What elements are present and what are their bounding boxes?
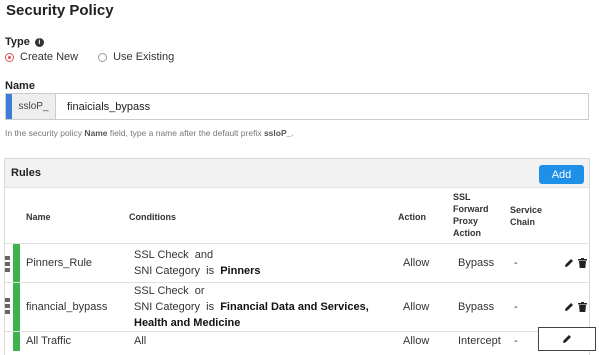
hint-bold-prefix: ssloP_ (263, 128, 292, 138)
rule-condition-2-value: Financial Data and Services, (220, 301, 369, 313)
col-header-service-chain: Service Chain (510, 204, 542, 228)
table-row[interactable]: financial_bypass SSL Check or SNI Catego… (5, 282, 589, 332)
status-indicator (13, 244, 20, 283)
col-header-ssl-line1: SSL (453, 192, 471, 202)
name-prefix: ssloP_ (12, 94, 56, 119)
rule-condition-2-text: SNI Category is (134, 301, 221, 313)
rule-condition-1: All (134, 335, 147, 347)
row-actions (564, 302, 587, 312)
radio-unselected-icon[interactable] (98, 52, 108, 62)
rule-service-chain: - (514, 301, 518, 313)
policy-name-field: ssloP_ (5, 93, 589, 120)
name-label: Name (5, 80, 35, 92)
rule-ssl-action: Intercept (458, 335, 501, 347)
rule-ssl-action: Bypass (458, 301, 495, 313)
rule-condition-3: Health and Medicine (134, 315, 240, 331)
hint-bold-name: Name (84, 128, 108, 138)
rule-action: Allow (403, 301, 430, 313)
status-indicator (13, 283, 20, 332)
type-label-text: Type (5, 36, 30, 48)
rules-header: Rules Add (5, 159, 589, 188)
rule-name: Pinners_Rule (26, 257, 93, 269)
drag-handle-icon[interactable] (5, 250, 10, 277)
rule-name: financial_bypass (26, 301, 108, 313)
pencil-icon[interactable] (564, 302, 574, 312)
type-radio-group: Create New Use Existing (5, 51, 194, 63)
rule-condition-3-value: Health and Medicine (134, 317, 241, 329)
rule-action: Allow (403, 257, 430, 269)
col-header-action: Action (398, 212, 426, 222)
rule-condition-1: SSL Check or (134, 285, 205, 297)
rules-title: Rules (11, 167, 41, 179)
col-header-ssl-line2: Forward (453, 204, 489, 214)
table-row[interactable]: All Traffic All Allow Intercept - (5, 327, 596, 355)
rule-condition-2-text: SNI Category is (134, 265, 221, 277)
trash-icon[interactable] (577, 302, 587, 312)
rule-ssl-action: Bypass (458, 257, 495, 269)
type-label: Type i (5, 36, 44, 48)
rule-condition-2-value: Pinners (220, 265, 261, 277)
rule-condition-1: SSL Check and (134, 249, 214, 261)
col-header-conditions: Conditions (129, 212, 176, 222)
row-actions (564, 258, 587, 268)
radio-create-new[interactable]: Create New (5, 51, 78, 63)
drag-handle-icon[interactable] (5, 291, 10, 321)
radio-create-new-label: Create New (20, 51, 79, 63)
col-header-chain-line2: Chain (510, 217, 536, 227)
edit-button[interactable] (538, 327, 596, 351)
col-header-ssl-line3: Proxy (453, 216, 479, 226)
rule-action: Allow (403, 335, 430, 347)
rule-condition-2: SNI Category is Pinners (134, 263, 261, 279)
page-title: Security Policy (6, 2, 114, 19)
hint-text-2: field, type a name after the default pre… (107, 128, 264, 138)
radio-selected-icon[interactable] (5, 52, 14, 62)
col-header-ssl-line4: Action (453, 228, 481, 238)
status-indicator (13, 332, 20, 351)
hint-text-1: In the security policy (5, 128, 85, 138)
radio-use-existing-label: Use Existing (113, 51, 175, 63)
rule-condition-2: SNI Category is Financial Data and Servi… (134, 299, 369, 315)
trash-icon[interactable] (577, 258, 587, 268)
name-hint: In the security policy Name field, type … (5, 128, 294, 138)
rule-service-chain: - (514, 335, 518, 347)
pencil-icon[interactable] (562, 334, 572, 344)
table-row[interactable]: Pinners_Rule SSL Check and SNI Category … (5, 243, 589, 283)
rule-service-chain: - (514, 257, 518, 269)
info-icon[interactable]: i (34, 37, 44, 47)
add-rule-button[interactable]: Add (539, 165, 584, 184)
col-header-name: Name (26, 212, 51, 222)
rule-name: All Traffic (26, 335, 72, 347)
col-header-ssl-action: SSL Forward Proxy Action (453, 191, 489, 239)
col-header-chain-line1: Service (510, 205, 543, 215)
radio-use-existing[interactable]: Use Existing (98, 51, 174, 63)
pencil-icon[interactable] (564, 258, 574, 268)
policy-name-input[interactable] (56, 94, 588, 119)
rules-panel: Rules Add Name Conditions Action SSL For… (4, 158, 596, 355)
hint-text-3: . (291, 128, 294, 138)
